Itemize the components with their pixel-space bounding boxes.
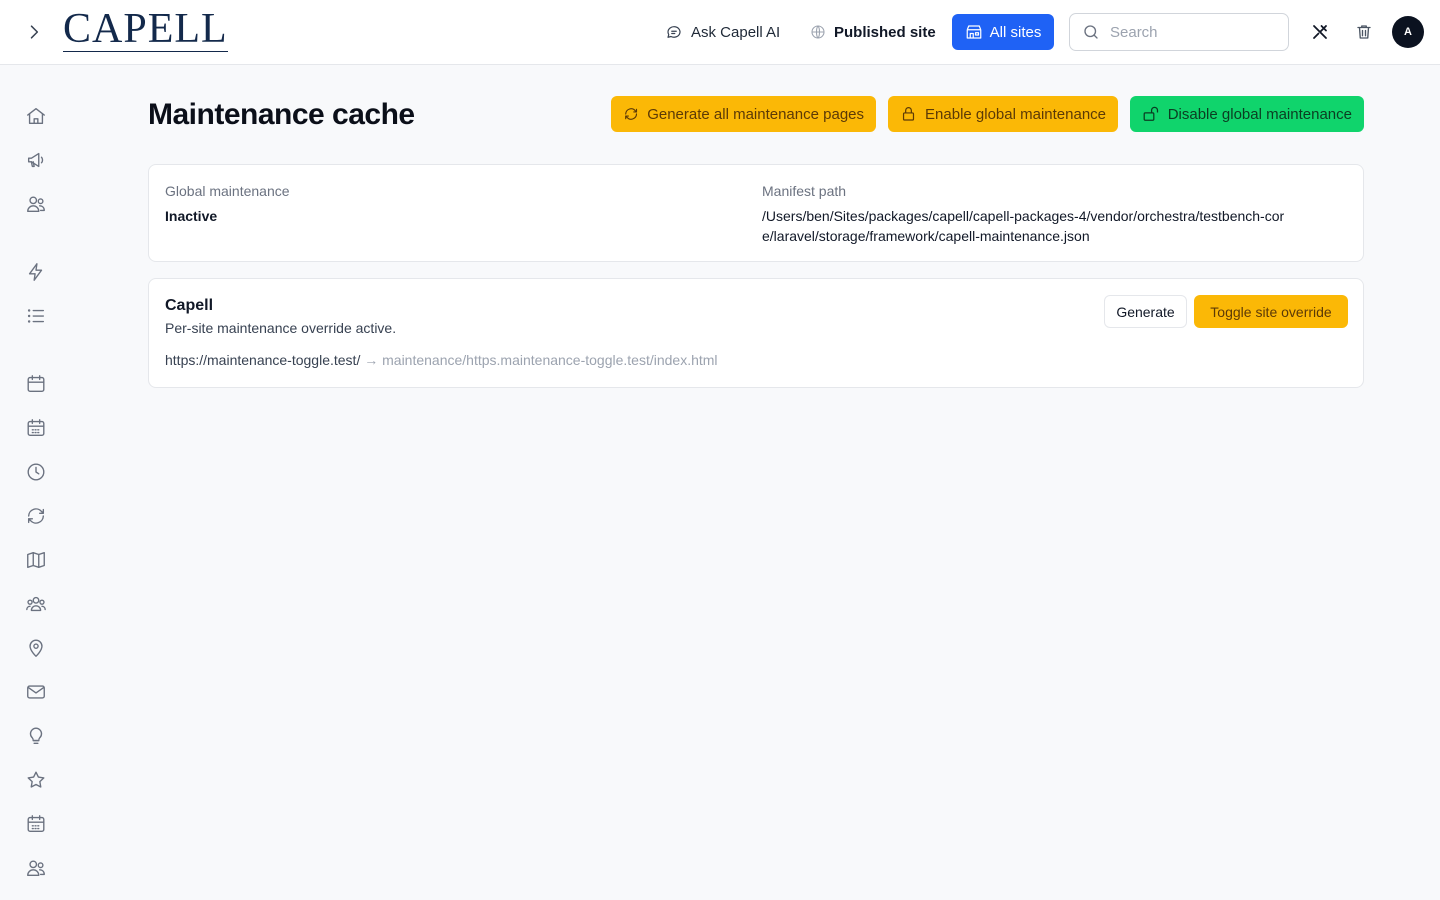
users-icon (27, 196, 45, 213)
refresh-icon (27, 508, 45, 524)
site-maintenance-path: maintenance/https.maintenance-toggle.tes… (382, 352, 718, 368)
lock-open-icon (1143, 106, 1159, 121)
globe-icon (811, 25, 825, 39)
sidebar-item-events[interactable] (24, 416, 48, 440)
sidebar-item-favorites[interactable] (24, 768, 48, 792)
enable-global-label: Enable global maintenance (925, 105, 1106, 123)
trash-button[interactable] (1352, 20, 1376, 44)
toggle-site-override-label: Toggle site override (1210, 303, 1332, 320)
site-url: https://maintenance-toggle.test/ (165, 352, 361, 368)
published-site-link[interactable]: Published site (810, 20, 936, 44)
calendar-icon (27, 375, 45, 393)
sidebar-item-groups[interactable] (24, 592, 48, 616)
map-pin-icon (29, 639, 43, 657)
sidebar-item-map[interactable] (24, 548, 48, 572)
search-icon (1084, 25, 1098, 39)
sidebar-item-schedule[interactable] (24, 460, 48, 484)
expand-sidebar-button[interactable] (20, 18, 48, 46)
avatar-initial: A (1404, 26, 1412, 38)
sidebar-item-calendar[interactable] (24, 372, 48, 396)
home-icon (27, 107, 45, 125)
toggle-site-override-button[interactable]: Toggle site override (1194, 295, 1348, 328)
user-group-icon (26, 596, 46, 612)
bolt-icon (28, 263, 43, 281)
search-input[interactable] (1110, 23, 1270, 41)
maintenance-status-card: Global maintenance Inactive Manifest pat… (148, 164, 1364, 262)
logo-text: CAPELL (63, 6, 228, 52)
lock-closed-icon (902, 107, 915, 121)
manifest-path-label: Manifest path (762, 183, 847, 199)
sidebar-item-bookings[interactable] (24, 812, 48, 836)
sidebar-item-home[interactable] (24, 104, 48, 128)
generate-label: Generate (1116, 303, 1175, 320)
list-icon (27, 309, 45, 323)
generate-all-label: Generate all maintenance pages (647, 105, 864, 123)
site-status-text: Per-site maintenance override active. (165, 320, 397, 336)
sidebar-item-announcements[interactable] (24, 148, 48, 172)
wrench-screwdriver-icon (1313, 25, 1327, 39)
trash-icon (1357, 25, 1371, 39)
logo-underline (63, 51, 228, 52)
manifest-path-line-1: /Users/ben/Sites/packages/capell/capell-… (762, 208, 1285, 224)
page-title: Maintenance cache (148, 98, 415, 131)
refresh-icon (625, 108, 638, 120)
global-maintenance-value: Inactive (165, 208, 218, 224)
enable-global-maintenance-button[interactable]: Enable global maintenance (888, 96, 1118, 132)
site-name: Capell (165, 297, 214, 314)
calendar-days-icon (27, 419, 45, 437)
map-icon (27, 551, 45, 569)
generate-all-button[interactable]: Generate all maintenance pages (611, 96, 876, 132)
sidebar-item-locations[interactable] (24, 636, 48, 660)
user-avatar[interactable]: A (1392, 16, 1424, 48)
sidebar-item-automations[interactable] (24, 260, 48, 284)
manifest-path-value: /Users/ben/Sites/packages/capell/capell-… (762, 206, 1352, 246)
lightbulb-icon (29, 727, 43, 745)
sidebar-item-mail[interactable] (24, 680, 48, 704)
top-bar: CAPELL Ask Capell AI Published site All … (0, 0, 1440, 65)
building-storefront-icon (966, 25, 982, 39)
sidebar-item-ideas[interactable] (24, 724, 48, 748)
site-url-row: https://maintenance-toggle.test/ → maint… (165, 352, 718, 368)
capell-logo[interactable]: CAPELL (63, 6, 228, 52)
site-card: Capell Per-site maintenance override act… (148, 278, 1364, 388)
published-site-label: Published site (834, 23, 936, 41)
disable-global-label: Disable global maintenance (1167, 105, 1352, 123)
calendar-days-icon (27, 815, 45, 833)
sidebar-item-sync[interactable] (24, 504, 48, 528)
ask-ai-link[interactable]: Ask Capell AI (665, 20, 780, 44)
all-sites-button[interactable]: All sites (952, 14, 1054, 50)
sidebar-item-users[interactable] (24, 192, 48, 216)
sidebar-item-members[interactable] (24, 856, 48, 880)
chevron-right-icon (30, 25, 39, 39)
arrow-right-icon: → (364, 352, 379, 368)
star-icon (27, 771, 45, 788)
clock-icon (27, 463, 45, 481)
disable-global-maintenance-button[interactable]: Disable global maintenance (1130, 96, 1364, 132)
megaphone-icon (27, 152, 44, 168)
generate-button[interactable]: Generate (1104, 295, 1187, 328)
manifest-path-line-2: e/laravel/storage/framework/capell-maint… (762, 228, 1090, 244)
search-box[interactable] (1069, 13, 1289, 51)
users-icon (27, 860, 45, 877)
envelope-icon (27, 685, 45, 699)
ask-ai-label: Ask Capell AI (691, 23, 781, 41)
tools-button[interactable] (1308, 20, 1332, 44)
global-maintenance-label: Global maintenance (165, 183, 290, 199)
chat-bubble-icon (667, 26, 681, 38)
sidebar-item-list[interactable] (24, 304, 48, 328)
all-sites-label: All sites (989, 23, 1042, 41)
